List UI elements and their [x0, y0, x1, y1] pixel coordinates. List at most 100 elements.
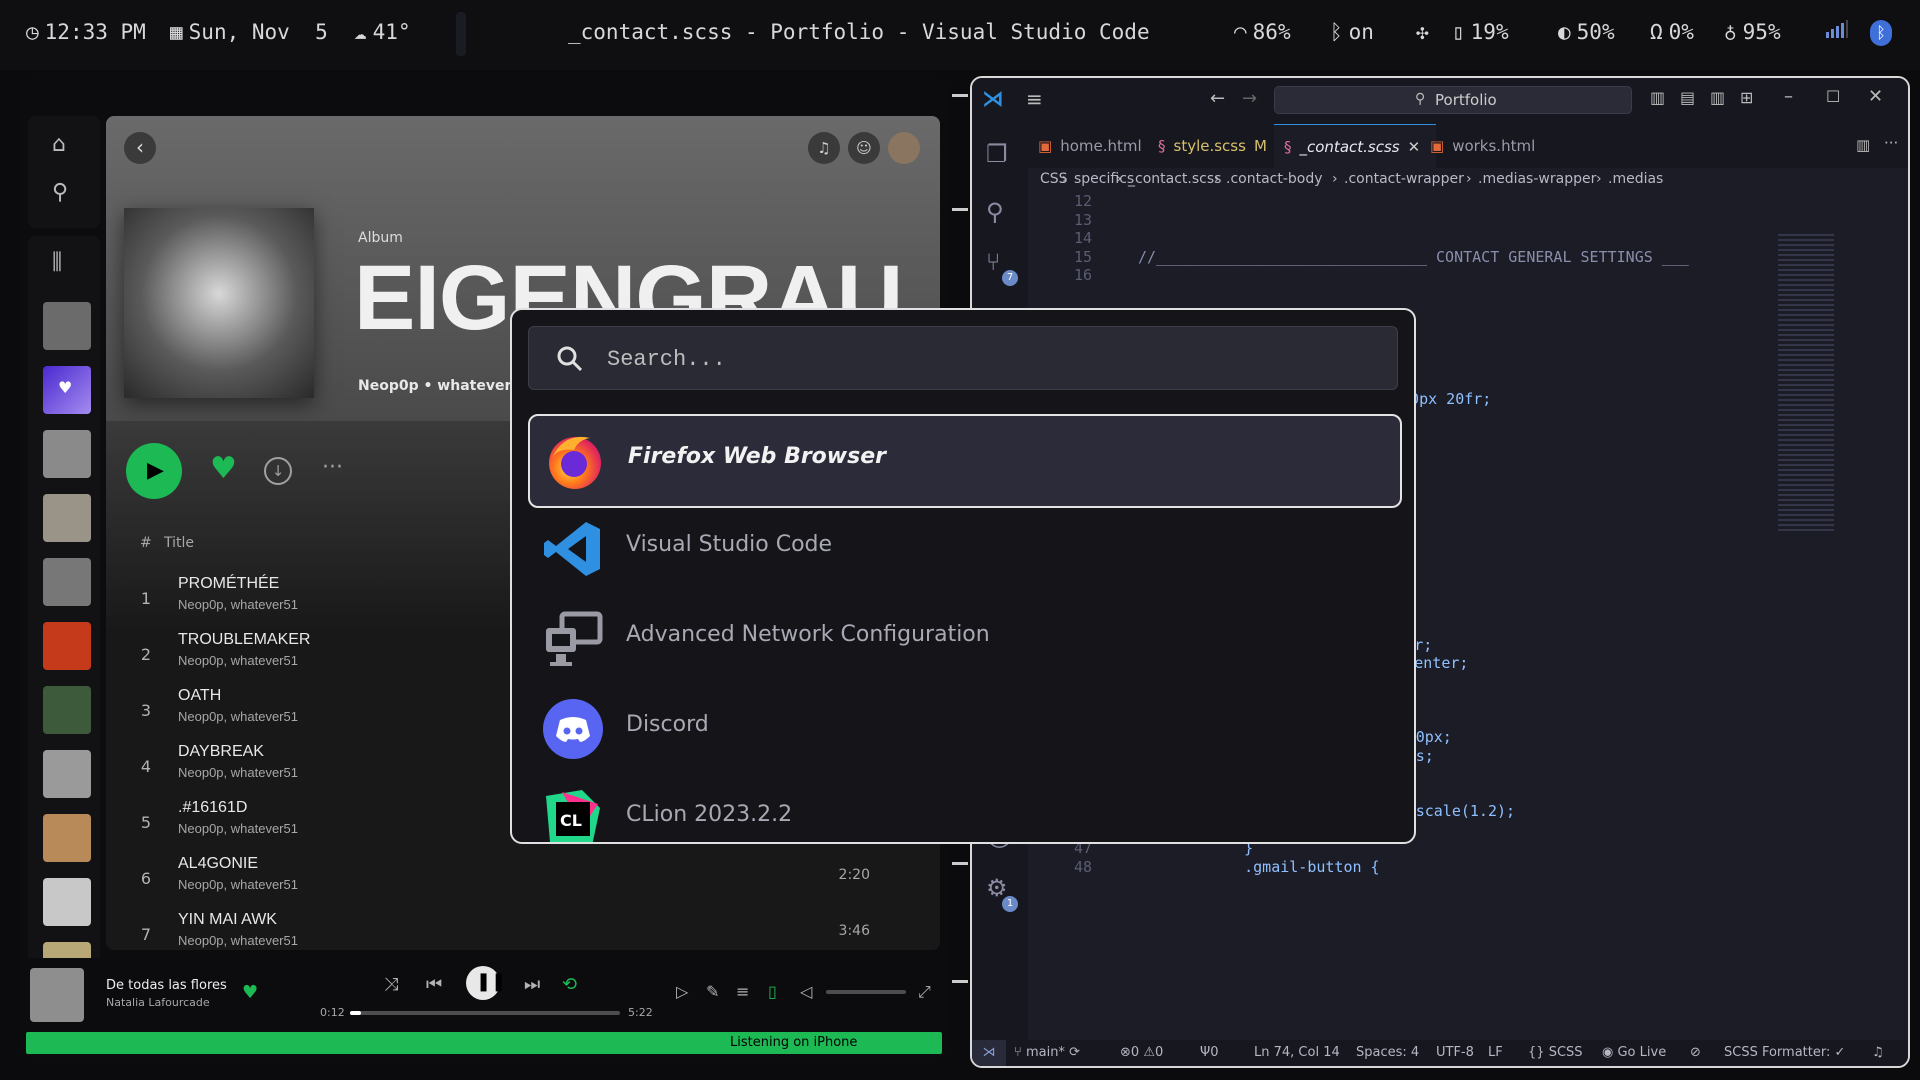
track-title[interactable]: AL4GONIE: [178, 855, 258, 873]
more-options-icon[interactable]: ···: [322, 455, 343, 480]
track-artist[interactable]: Neop0p, whatever51: [178, 709, 298, 724]
library-item[interactable]: [43, 430, 91, 478]
track-artist[interactable]: Neop0p, whatever51: [178, 933, 298, 948]
library-item[interactable]: [43, 686, 91, 734]
toggle-sidebar-icon[interactable]: ▥: [1650, 88, 1665, 107]
clock[interactable]: ◷ 12:33 PM: [26, 20, 146, 44]
track-artist[interactable]: Neop0p, whatever51: [178, 653, 298, 668]
track-title[interactable]: TROUBLEMAKER: [178, 631, 310, 649]
search-icon[interactable]: ⚲: [52, 180, 68, 205]
volume-slider[interactable]: [826, 990, 906, 994]
breadcrumb-item[interactable]: .medias: [1608, 171, 1663, 187]
notifications-icon[interactable]: ♫: [808, 132, 840, 164]
battery-status[interactable]: ▯ 19%: [1452, 20, 1509, 44]
indentation[interactable]: Spaces: 4: [1356, 1045, 1419, 1060]
breadcrumb-item[interactable]: .contact-body: [1226, 171, 1323, 187]
bluetooth-tray[interactable]: ᛒ: [1870, 20, 1892, 46]
track-title[interactable]: PROMÉTHÉE: [178, 575, 279, 593]
home-icon[interactable]: ⌂: [52, 132, 66, 157]
repeat-icon[interactable]: ⟲: [562, 974, 577, 995]
remote-icon[interactable]: ⋊: [972, 1040, 1006, 1066]
track-title[interactable]: DAYBREAK: [178, 743, 264, 761]
date[interactable]: ▦ Sun, Nov 5: [170, 20, 328, 44]
app-item-clion[interactable]: CL CLion 2023.2.2: [528, 774, 1398, 842]
app-item-firefox[interactable]: Firefox Web Browser: [528, 414, 1402, 508]
launcher-search-input[interactable]: [605, 339, 1369, 379]
command-center[interactable]: ⚲ Portfolio: [1274, 86, 1632, 114]
track-artist[interactable]: Neop0p, whatever51: [178, 597, 298, 612]
library-item[interactable]: [43, 558, 91, 606]
minimap[interactable]: [1778, 234, 1834, 534]
wifi-status[interactable]: ◠ 86%: [1234, 20, 1291, 44]
track-row[interactable]: 7 YIN MAI AWK Neop0p, whatever51 3:46: [106, 907, 940, 950]
heart-icon[interactable]: ♥: [210, 451, 237, 486]
headphone-status[interactable]: Ω 0%: [1650, 20, 1694, 44]
app-item-discord[interactable]: Discord: [528, 684, 1398, 774]
play-button[interactable]: ▶: [126, 443, 182, 499]
library-item[interactable]: [43, 302, 91, 350]
track-artist[interactable]: Neop0p, whatever51: [178, 877, 298, 892]
tab-contact-scss[interactable]: § _contact.scss ✕: [1274, 124, 1436, 169]
signal-status[interactable]: [1826, 20, 1848, 38]
queue-icon[interactable]: ≡: [736, 982, 749, 1001]
close-tab-icon[interactable]: ✕: [1408, 138, 1421, 156]
previous-icon[interactable]: ⏮: [426, 974, 442, 995]
tab-style-scss[interactable]: § style.scss M: [1148, 124, 1292, 168]
problems-status[interactable]: ⊗0 ⚠0: [1120, 1045, 1163, 1060]
nav-back-icon[interactable]: ←: [1210, 88, 1225, 109]
friends-icon[interactable]: ☺: [848, 132, 880, 164]
mic-status[interactable]: ♁ 95%: [1724, 20, 1781, 44]
branch-status[interactable]: ⑂ main* ⟳: [1014, 1045, 1080, 1060]
track-row[interactable]: 6 AL4GONIE Neop0p, whatever51 2:20: [106, 851, 940, 907]
nav-forward-icon[interactable]: →: [1242, 88, 1257, 109]
bluetooth-status[interactable]: ᛒ on: [1330, 20, 1374, 44]
menu-icon[interactable]: ≡: [1026, 87, 1043, 111]
launcher-search-box[interactable]: [528, 326, 1398, 390]
source-control-icon[interactable]: ⑂: [986, 248, 1000, 276]
progress-bar[interactable]: [350, 1011, 620, 1015]
now-playing-view-icon[interactable]: ▷: [676, 982, 688, 1001]
pause-button[interactable]: ❚❚: [466, 966, 506, 1000]
search-icon[interactable]: ⚲: [986, 198, 1004, 226]
library-item[interactable]: [43, 750, 91, 798]
volume-icon[interactable]: ◁: [800, 982, 812, 1001]
copilot-icon[interactable]: ⊘: [1690, 1045, 1701, 1060]
listening-on-device-bar[interactable]: Listening on iPhone: [26, 1032, 942, 1054]
breadcrumb-item[interactable]: specifics: [1074, 171, 1134, 187]
toggle-secondary-sidebar-icon[interactable]: ▥: [1710, 88, 1725, 107]
toggle-panel-icon[interactable]: ▤: [1680, 88, 1695, 107]
tab-home-html[interactable]: ▣ home.html: [1028, 124, 1164, 168]
explorer-icon[interactable]: ❐: [986, 140, 1008, 168]
close-icon[interactable]: ✕: [1868, 86, 1883, 107]
shuffle-icon[interactable]: ⤨: [384, 974, 398, 995]
lyrics-icon[interactable]: ✎: [706, 982, 719, 1001]
maximize-icon[interactable]: ☐: [1826, 87, 1840, 106]
library-item[interactable]: [43, 622, 91, 670]
minimize-icon[interactable]: –: [1784, 86, 1793, 107]
fan-status[interactable]: ✣: [1416, 20, 1429, 44]
cursor-position[interactable]: Ln 74, Col 14: [1254, 1045, 1340, 1060]
library-item[interactable]: [43, 814, 91, 862]
split-editor-icon[interactable]: ▥: [1856, 136, 1870, 154]
app-item-network-config[interactable]: Advanced Network Configuration: [528, 594, 1398, 684]
library-item[interactable]: [43, 494, 91, 542]
breadcrumb-item[interactable]: .medias-wrapper: [1478, 171, 1596, 187]
breadcrumb-item[interactable]: _contact.scss: [1128, 171, 1221, 187]
library-item[interactable]: [43, 878, 91, 926]
ports-status[interactable]: Ψ0: [1200, 1045, 1219, 1060]
track-artist[interactable]: Neop0p, whatever51: [178, 821, 298, 836]
weather[interactable]: ☁ 41°: [354, 20, 411, 44]
liked-songs-item[interactable]: ♥: [43, 366, 91, 414]
go-live[interactable]: ◉ Go Live: [1602, 1045, 1666, 1060]
now-playing-artist[interactable]: Natalia Lafourcade: [106, 996, 210, 1009]
encoding[interactable]: UTF-8: [1436, 1045, 1474, 1060]
fullscreen-icon[interactable]: ⤢: [918, 982, 931, 1002]
next-icon[interactable]: ⏭: [524, 974, 540, 995]
line-ending[interactable]: LF: [1488, 1045, 1503, 1060]
download-icon[interactable]: ↓: [264, 457, 292, 485]
connect-device-icon[interactable]: ▯: [768, 982, 777, 1001]
more-actions-icon[interactable]: ···: [1884, 134, 1898, 152]
now-playing-title[interactable]: De todas las flores: [106, 978, 227, 993]
track-title[interactable]: OATH: [178, 687, 221, 705]
track-artist[interactable]: Neop0p, whatever51: [178, 765, 298, 780]
